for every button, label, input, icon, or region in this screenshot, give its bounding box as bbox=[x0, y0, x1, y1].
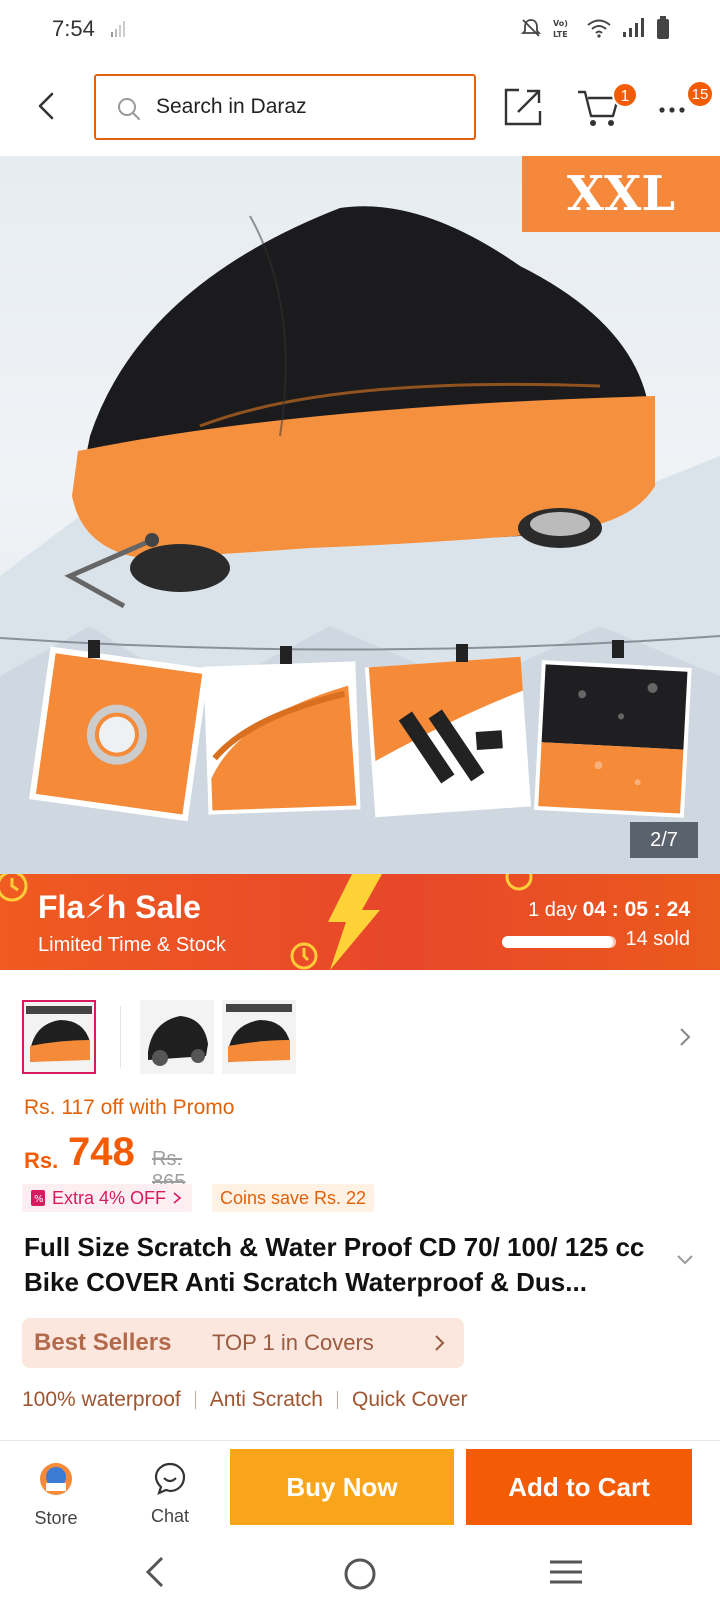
thumbnail-strip bbox=[22, 1000, 702, 1076]
best-sellers-label: Best Sellers bbox=[34, 1329, 172, 1356]
thumbnail-divider bbox=[120, 1006, 121, 1068]
wifi-icon bbox=[587, 19, 611, 38]
size-tag: XXL bbox=[522, 156, 720, 232]
timer-days: 1 day bbox=[528, 899, 578, 921]
back-arrow-icon[interactable] bbox=[30, 88, 66, 124]
feature-item: Quick Cover bbox=[351, 1388, 468, 1411]
search-input[interactable]: Search in Daraz bbox=[94, 74, 476, 140]
extra-off-tag[interactable]: % Extra 4% OFF bbox=[22, 1184, 193, 1212]
product-title: Full Size Scratch & Water Proof CD 70/ 1… bbox=[24, 1232, 645, 1297]
svg-text:LTE: LTE bbox=[553, 30, 568, 39]
status-icons: Vo) LTE bbox=[520, 16, 670, 40]
status-bar: 7:54 Vo) LTE bbox=[0, 0, 720, 58]
volte-icon: Vo) LTE bbox=[553, 19, 568, 39]
price-value: 748 bbox=[68, 1130, 135, 1174]
chat-button[interactable]: Chat bbox=[138, 1461, 202, 1527]
svg-text:Vo): Vo) bbox=[553, 19, 568, 28]
battery-icon bbox=[657, 16, 669, 39]
store-label: Store bbox=[34, 1508, 78, 1528]
search-placeholder: Search in Daraz bbox=[156, 95, 307, 118]
best-sellers-banner[interactable]: Best Sellers TOP 1 in Covers bbox=[22, 1318, 464, 1368]
voucher-icon: % bbox=[31, 1190, 45, 1206]
clock-decoration-icon bbox=[290, 942, 318, 970]
search-icon bbox=[118, 98, 140, 120]
thumbnail-2[interactable] bbox=[140, 1000, 214, 1074]
extra-off-label: Extra 4% OFF bbox=[52, 1188, 167, 1208]
sold-progress-bar bbox=[502, 936, 616, 948]
feature-item: Anti Scratch bbox=[209, 1388, 323, 1411]
thumb-black-cover bbox=[140, 1000, 214, 1074]
clock-decoration-icon bbox=[505, 874, 533, 891]
feature-item: 100% waterproof bbox=[22, 1388, 181, 1411]
header: Search in Daraz 1 15 bbox=[0, 58, 720, 156]
nav-back-icon[interactable] bbox=[140, 1554, 170, 1590]
promo-text[interactable]: Rs. 117 off with Promo bbox=[24, 1096, 234, 1120]
nav-home-icon[interactable] bbox=[340, 1554, 380, 1594]
feature-divider bbox=[336, 1391, 338, 1409]
signal-weak-icon bbox=[111, 21, 125, 37]
best-sellers-rank: TOP 1 in Covers bbox=[212, 1330, 374, 1355]
flash-sale-subtitle: Limited Time & Stock bbox=[38, 934, 226, 956]
image-counter: 2/7 bbox=[630, 822, 698, 858]
system-nav-bar bbox=[0, 1536, 720, 1612]
message-count-badge: 15 bbox=[686, 80, 714, 108]
product-photo bbox=[0, 206, 720, 874]
sold-progress-fill bbox=[502, 936, 613, 948]
signal-icon bbox=[623, 18, 644, 37]
add-to-cart-button[interactable]: Add to Cart bbox=[466, 1449, 692, 1525]
feature-divider bbox=[194, 1391, 196, 1409]
thumb-orange-black-cover-2 bbox=[222, 1000, 296, 1074]
chevron-right-icon bbox=[435, 1335, 445, 1351]
flash-sale-timer: 1 day 04 : 05 : 24 bbox=[528, 898, 690, 922]
price-currency: Rs. bbox=[24, 1148, 59, 1173]
chat-label: Chat bbox=[150, 1506, 190, 1526]
flash-sale-title: Fla⚡h Sale bbox=[38, 889, 201, 925]
mute-icon bbox=[520, 19, 542, 37]
feature-list: 100% waterproof Anti Scratch Quick Cover bbox=[22, 1388, 468, 1412]
cart-count-badge: 1 bbox=[612, 82, 638, 108]
product-image-gallery[interactable]: XXL 2/7 bbox=[0, 156, 720, 874]
coins-tag: Coins save Rs. 22 bbox=[212, 1184, 375, 1212]
nav-recents-icon[interactable] bbox=[548, 1558, 584, 1586]
buy-now-button[interactable]: Buy Now bbox=[230, 1449, 454, 1525]
lightning-icon bbox=[328, 874, 382, 970]
clock-decoration-icon bbox=[0, 874, 28, 902]
chevron-down-icon[interactable] bbox=[676, 1254, 694, 1266]
status-time: 7:54 bbox=[52, 16, 95, 41]
chat-icon bbox=[154, 1462, 186, 1495]
store-button[interactable]: Store bbox=[24, 1461, 88, 1529]
bottom-action-bar: Store Chat Buy Now Add to Cart bbox=[0, 1440, 720, 1536]
share-icon[interactable] bbox=[502, 86, 544, 128]
chevron-right-icon[interactable] bbox=[678, 1026, 692, 1048]
thumbnail-3[interactable] bbox=[222, 1000, 296, 1074]
flash-sale-banner[interactable]: Fla⚡h Sale Limited Time & Stock 1 day 04… bbox=[0, 874, 720, 970]
svg-text:%: % bbox=[34, 1194, 44, 1205]
thumb-orange-black-cover bbox=[24, 1002, 94, 1072]
store-logo-icon bbox=[40, 1463, 72, 1495]
thumbnail-1[interactable] bbox=[22, 1000, 96, 1074]
timer-countdown: 04 : 05 : 24 bbox=[582, 898, 690, 921]
chevron-right-icon bbox=[173, 1192, 182, 1204]
sold-count: 14 sold bbox=[625, 928, 691, 950]
